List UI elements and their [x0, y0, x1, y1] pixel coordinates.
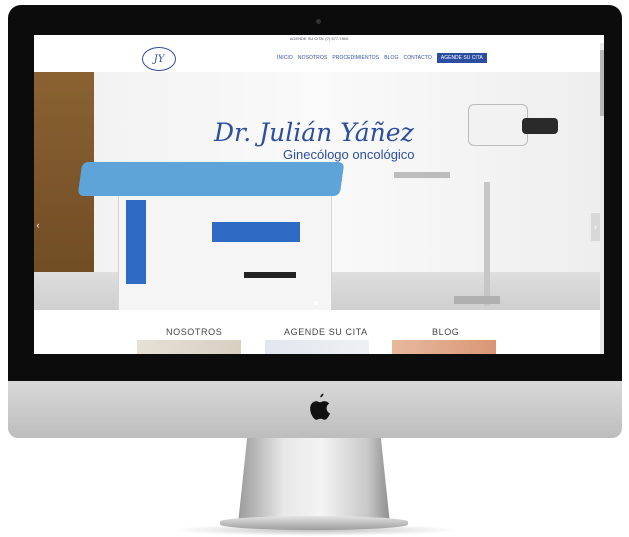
section-heading-agende[interactable]: AGENDE SU CITA — [284, 327, 368, 337]
slider-next-arrow-icon[interactable]: › — [591, 213, 600, 241]
slider-prev-arrow-icon[interactable]: ‹ — [34, 218, 42, 232]
nav-item-inicio[interactable]: INICIO — [277, 55, 293, 61]
exam-table-cushion — [77, 162, 345, 196]
nav-item-procedimientos[interactable]: PROCEDIMIENTOS — [332, 55, 379, 61]
site-logo[interactable]: JY — [142, 47, 176, 71]
colposcope-head — [468, 104, 528, 146]
section-heading-nosotros[interactable]: NOSOTROS — [166, 327, 222, 337]
hero-title: Dr. Julián Yáñez — [214, 118, 414, 147]
main-nav: INICIO NOSOTROS PROCEDIMIENTOS BLOG CONT… — [277, 53, 487, 63]
hero-subtitle: Ginecólogo oncológico — [283, 147, 415, 162]
colposcope-pole — [484, 182, 490, 306]
monitor-stand-neck — [238, 438, 390, 524]
nav-cta-button[interactable]: AGENDE SU CITA — [436, 53, 487, 63]
webcam-icon — [316, 19, 321, 24]
slider-dot[interactable] — [314, 301, 318, 305]
agende-thumbnail[interactable] — [265, 340, 369, 354]
exam-table-stirrup — [394, 172, 450, 178]
top-contact-bar: AGENDE SU CITA: (7) 577-7800 — [289, 36, 349, 41]
scrollbar-thumb[interactable] — [600, 50, 604, 116]
blog-thumbnail[interactable] — [392, 340, 496, 354]
exam-table-drawer-tray — [212, 222, 300, 242]
hero-slider: Dr. Julián Yáñez Ginecólogo oncológico ‹… — [34, 72, 600, 310]
monitor-stand-base — [220, 516, 408, 530]
apple-logo-icon — [310, 393, 330, 420]
section-heading-blog[interactable]: BLOG — [432, 327, 459, 337]
nav-item-contacto[interactable]: CONTACTO — [403, 55, 431, 61]
nav-item-nosotros[interactable]: NOSOTROS — [298, 55, 327, 61]
exam-table-drawer — [126, 200, 146, 284]
nosotros-thumbnail[interactable] — [137, 340, 241, 354]
website-screen: AGENDE SU CITA: (7) 577-7800 JY INICIO N… — [34, 35, 604, 354]
colposcope-lens — [522, 118, 558, 134]
nav-item-blog[interactable]: BLOG — [384, 55, 398, 61]
exam-table-handle — [244, 272, 296, 278]
colposcope-base — [454, 296, 500, 304]
